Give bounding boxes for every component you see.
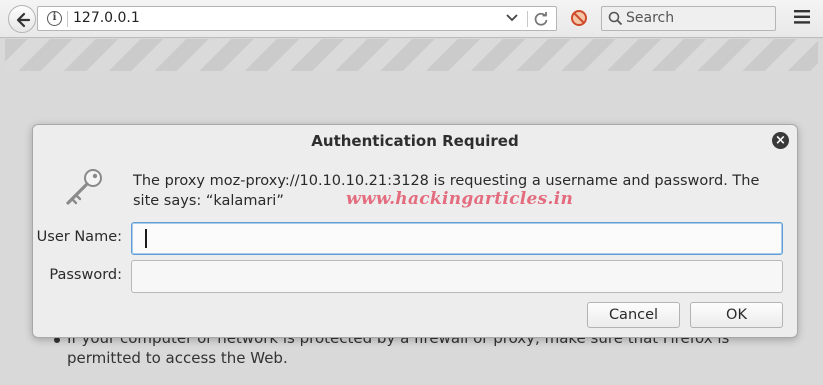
password-field[interactable] xyxy=(131,260,783,293)
close-button[interactable]: × xyxy=(772,132,789,149)
hamburger-menu-icon[interactable] xyxy=(794,10,810,24)
reload-icon[interactable] xyxy=(533,11,549,27)
url-separator xyxy=(527,11,528,27)
block-icon[interactable] xyxy=(570,9,588,27)
info-icon[interactable]: i xyxy=(47,11,62,26)
username-field[interactable] xyxy=(131,222,783,255)
url-text[interactable]: 127.0.0.1 xyxy=(73,10,140,26)
back-button[interactable] xyxy=(8,5,36,33)
back-arrow-icon xyxy=(16,12,31,28)
url-bar[interactable]: i 127.0.0.1 xyxy=(37,6,557,31)
chevron-down-icon[interactable] xyxy=(506,13,518,23)
key-icon xyxy=(66,169,102,205)
username-label: User Name: xyxy=(36,229,122,245)
dialog-title: Authentication Required xyxy=(311,132,519,150)
cancel-button[interactable]: Cancel xyxy=(587,302,680,328)
password-label: Password: xyxy=(49,267,122,283)
watermark: www.hackingarticles.in xyxy=(346,189,574,209)
ok-button[interactable]: OK xyxy=(690,302,783,328)
url-separator xyxy=(67,11,68,27)
browser-toolbar: i 127.0.0.1 Search xyxy=(0,0,823,38)
error-page-header-stripes xyxy=(5,39,818,71)
search-placeholder: Search xyxy=(626,10,675,26)
text-caret xyxy=(145,229,147,248)
auth-dialog: Authentication Required × The proxy moz-… xyxy=(32,124,798,338)
search-bar[interactable]: Search xyxy=(601,6,776,31)
search-icon xyxy=(608,11,623,26)
